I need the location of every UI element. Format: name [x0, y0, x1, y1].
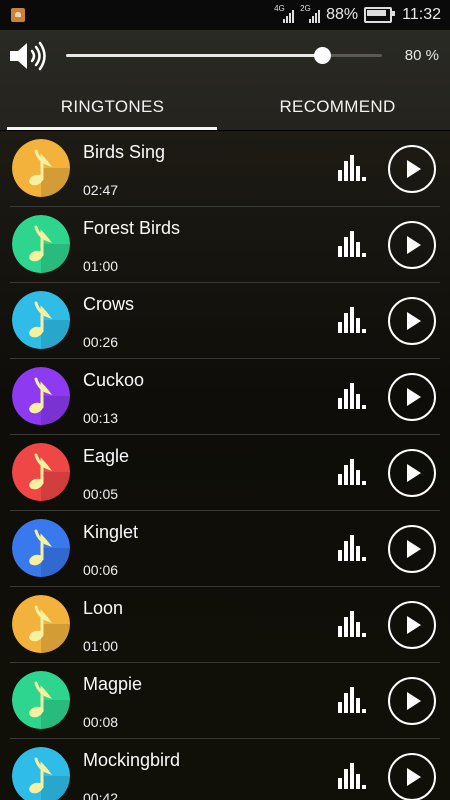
- battery-icon: [364, 7, 396, 23]
- signal-4g-icon: 4G: [274, 5, 295, 25]
- tab-ringtones[interactable]: RINGTONES: [0, 82, 225, 130]
- equalizer-icon[interactable]: [336, 611, 366, 637]
- ringtone-name: Forest Birds: [83, 218, 181, 238]
- ringtone-duration: 00:05: [83, 486, 119, 502]
- equalizer-icon[interactable]: [336, 155, 366, 181]
- ringtone-name: Crows: [83, 294, 135, 314]
- play-button[interactable]: [388, 525, 436, 573]
- play-button[interactable]: [388, 601, 436, 649]
- ringtone-row[interactable]: Magpie 00:08: [10, 663, 440, 739]
- ringtone-row[interactable]: Cuckoo 00:13: [10, 359, 440, 435]
- ringtone-duration: 00:42: [83, 790, 119, 800]
- clock: 11:32: [402, 6, 441, 23]
- volume-percent: 80 %: [404, 47, 439, 64]
- music-note-icon: [12, 747, 70, 800]
- equalizer-icon[interactable]: [336, 763, 366, 789]
- signal-2g-icon: 2G: [300, 5, 321, 25]
- music-note-icon: [12, 443, 70, 501]
- ringtone-name: Magpie: [83, 674, 143, 694]
- battery-percent: 88%: [326, 6, 359, 23]
- ringtone-duration: 00:06: [83, 562, 119, 578]
- music-note-icon: [12, 671, 70, 729]
- ringtone-duration: 02:47: [83, 182, 119, 198]
- volume-row: 80 %: [0, 30, 450, 80]
- play-button[interactable]: [388, 449, 436, 497]
- ringtone-row[interactable]: Eagle 00:05: [10, 435, 440, 511]
- music-note-icon: [12, 519, 70, 577]
- ringtone-name: Loon: [83, 598, 124, 618]
- equalizer-icon[interactable]: [336, 307, 366, 333]
- status-indicators: 4G 2G 88% 11:32: [274, 0, 441, 30]
- ringtone-duration: 00:26: [83, 334, 119, 350]
- ringtone-name: Kinglet: [83, 522, 139, 542]
- ringtone-list: Birds Sing 02:47 Forest Birds 01:00 Crows 00:…: [0, 131, 450, 800]
- music-note-icon: [12, 139, 70, 197]
- ringtone-row[interactable]: Mockingbird 00:42: [10, 739, 440, 800]
- status-bar: 4G 2G 88% 11:32: [0, 0, 450, 30]
- play-button[interactable]: [388, 677, 436, 725]
- music-note-icon: [12, 215, 70, 273]
- ringtone-row[interactable]: Crows 00:26: [10, 283, 440, 359]
- play-button[interactable]: [388, 221, 436, 269]
- ringtone-row[interactable]: Forest Birds 01:00: [10, 207, 440, 283]
- equalizer-icon[interactable]: [336, 687, 366, 713]
- ringtone-name: Cuckoo: [83, 370, 145, 390]
- ringtone-row[interactable]: Kinglet 00:06: [10, 511, 440, 587]
- equalizer-icon[interactable]: [336, 459, 366, 485]
- music-note-icon: [12, 595, 70, 653]
- ringtone-row[interactable]: Birds Sing 02:47: [10, 131, 440, 207]
- equalizer-icon[interactable]: [336, 231, 366, 257]
- play-button[interactable]: [388, 145, 436, 193]
- speaker-icon[interactable]: [8, 40, 48, 72]
- music-note-icon: [12, 367, 70, 425]
- play-button[interactable]: [388, 373, 436, 421]
- notification-icon: [11, 8, 25, 22]
- ringtone-name: Eagle: [83, 446, 130, 466]
- header: 80 % RINGTONES RECOMMEND: [0, 30, 450, 130]
- volume-slider[interactable]: [66, 47, 382, 64]
- equalizer-icon[interactable]: [336, 535, 366, 561]
- tab-bar: RINGTONES RECOMMEND: [0, 82, 450, 130]
- ringtone-duration: 00:08: [83, 714, 119, 730]
- ringtone-duration: 01:00: [83, 258, 119, 274]
- play-button[interactable]: [388, 753, 436, 800]
- volume-slider-fill: [66, 54, 322, 57]
- ringtone-row[interactable]: Loon 01:00: [10, 587, 440, 663]
- play-button[interactable]: [388, 297, 436, 345]
- music-note-icon: [12, 291, 70, 349]
- ringtone-duration: 00:13: [83, 410, 119, 426]
- ringtone-name: Birds Sing: [83, 142, 166, 162]
- tab-recommend[interactable]: RECOMMEND: [225, 82, 450, 130]
- equalizer-icon[interactable]: [336, 383, 366, 409]
- ringtone-duration: 01:00: [83, 638, 119, 654]
- volume-slider-thumb[interactable]: [313, 47, 331, 64]
- ringtone-name: Mockingbird: [83, 750, 181, 770]
